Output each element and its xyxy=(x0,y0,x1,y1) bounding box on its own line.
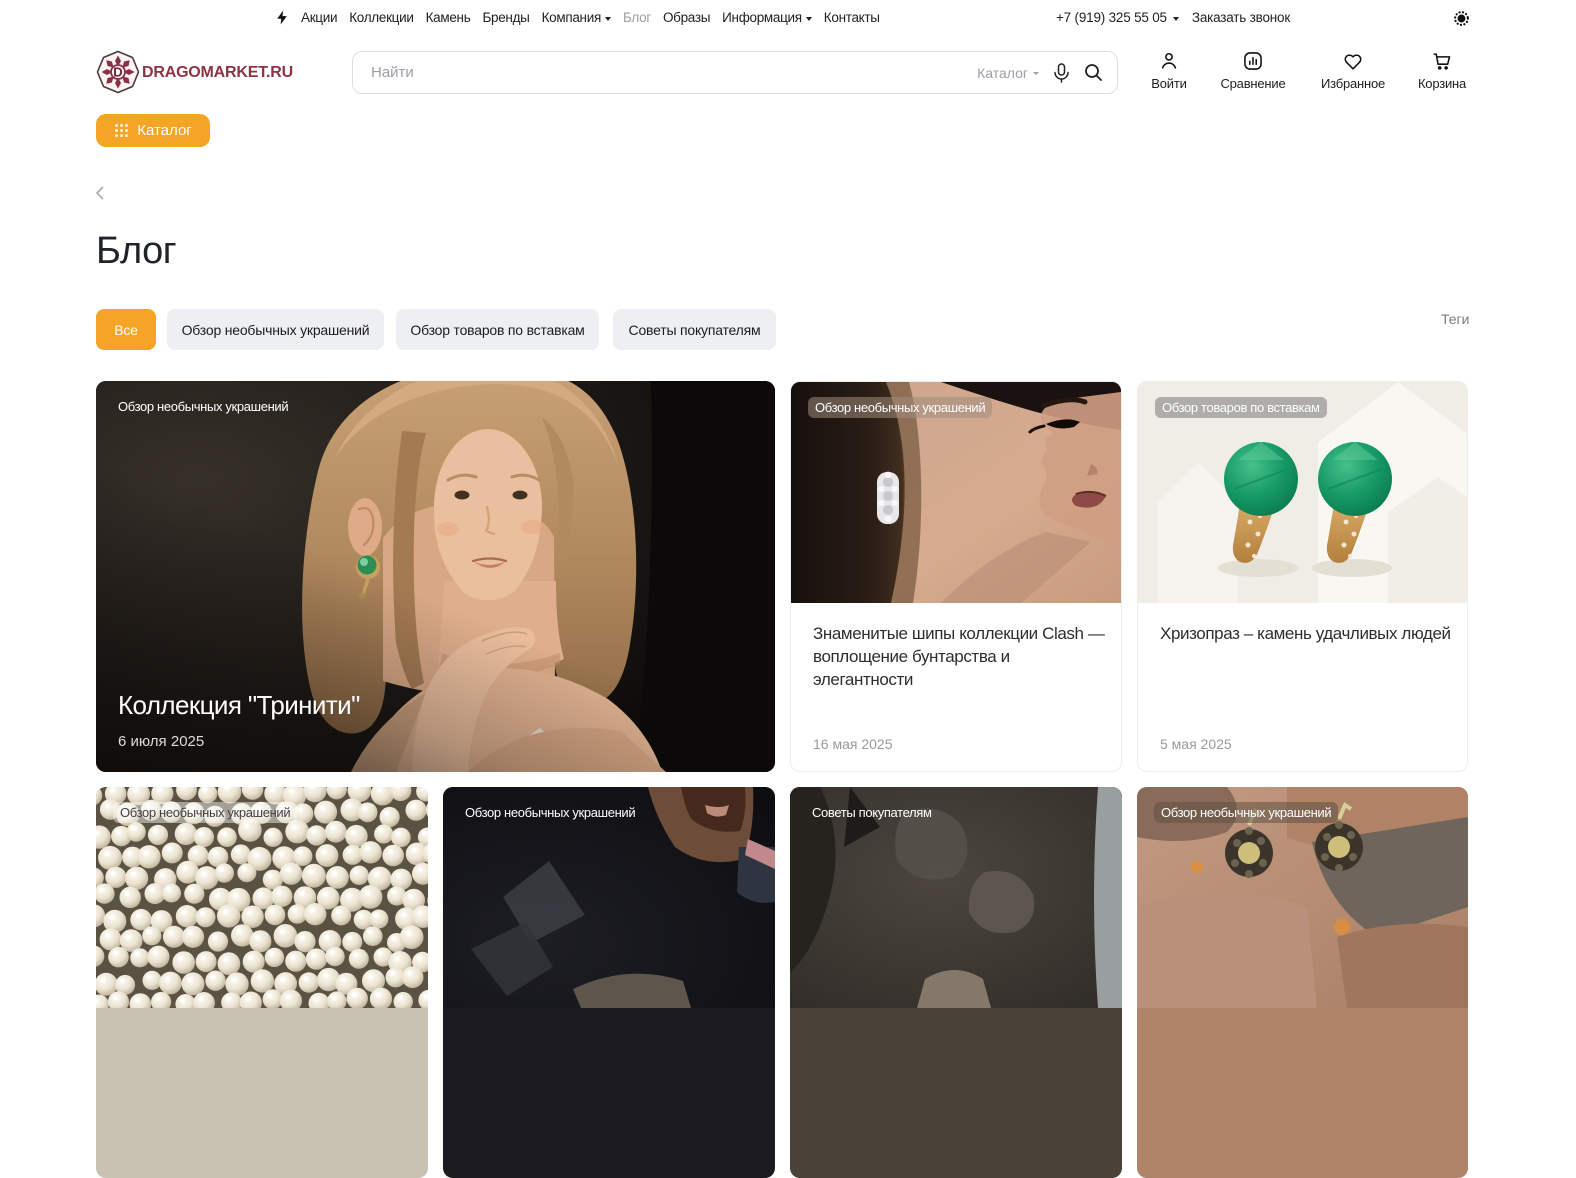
svg-text:D: D xyxy=(113,65,122,80)
